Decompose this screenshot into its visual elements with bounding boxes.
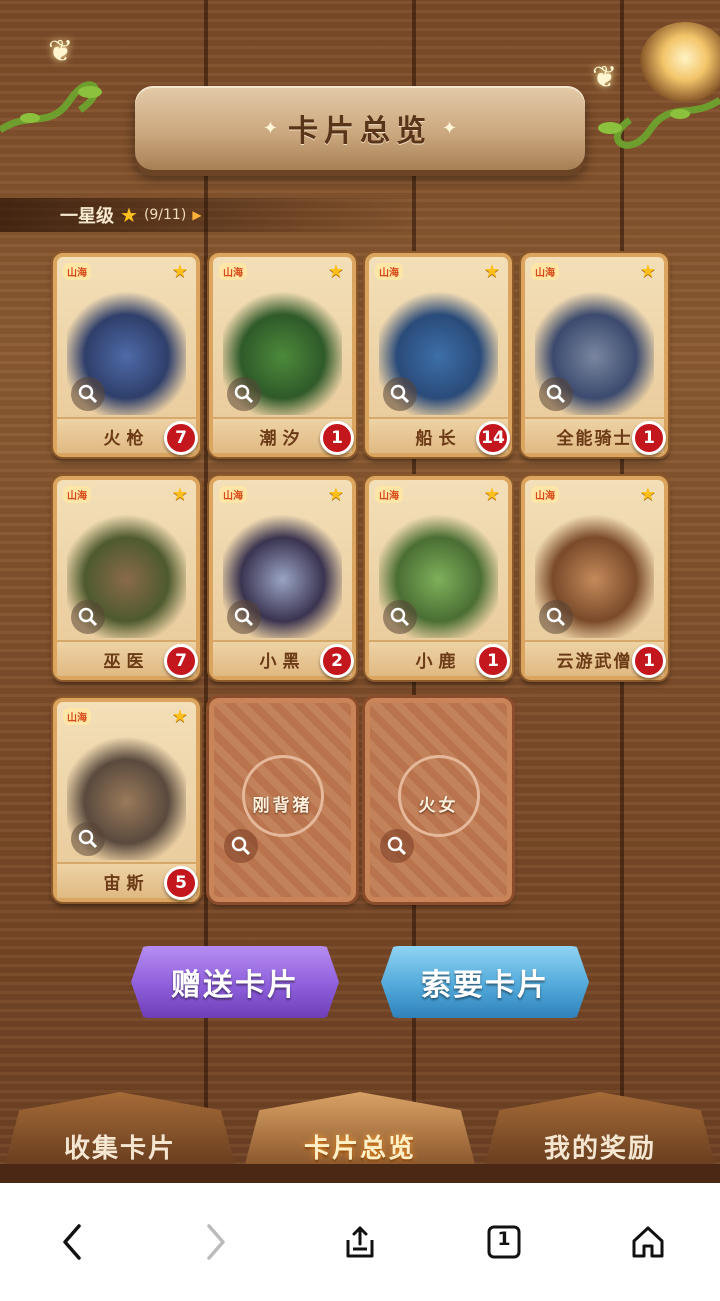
magnifier-icon[interactable] [71, 377, 105, 411]
star-icon: ★ [171, 261, 188, 282]
tab-count: 1 [497, 1228, 511, 1250]
card-name: 刚背猪 [252, 796, 313, 816]
star-icon: ★ [639, 261, 656, 282]
magnifier-icon[interactable] [71, 600, 105, 634]
chevron-right-icon [207, 1224, 225, 1260]
magnifier-icon[interactable] [539, 600, 573, 634]
sparkle-icon: ✦ [442, 117, 458, 139]
butterfly-icon: ❦ [592, 60, 618, 95]
card-name: 火女 [418, 796, 459, 816]
card-name: 宙斯 [103, 873, 150, 894]
title-banner: ✦ 卡片总览 ✦ [135, 86, 585, 170]
card-count-badge: 7 [164, 644, 198, 678]
card-name: 云游武僧 [556, 651, 633, 672]
back-button[interactable] [42, 1212, 102, 1272]
card-name: 全能骑士 [556, 428, 633, 449]
home-icon [632, 1226, 664, 1258]
tab-frame [0, 1164, 720, 1183]
tabs-button[interactable]: 1 [474, 1212, 534, 1272]
game-logo: 山海 [219, 486, 247, 503]
card-name: 潮汐 [259, 428, 306, 449]
gift-card-button[interactable]: 赠送卡片 [131, 946, 339, 1018]
wood-background: ❦ ❦ ✦ 卡片总览 ✦ 一星级 ★ (9/11) ▶ 山海 ★ 火枪 7 山海… [0, 0, 720, 1183]
magnifier-icon[interactable] [227, 600, 261, 634]
game-logo: 山海 [219, 263, 247, 280]
triangle-right-icon: ▶ [192, 208, 202, 222]
game-logo: 山海 [63, 708, 91, 725]
game-logo: 山海 [375, 263, 403, 280]
game-logo: 山海 [531, 263, 559, 280]
forward-button[interactable] [186, 1212, 246, 1272]
card-name: 小黑 [259, 651, 306, 672]
magnifier-icon[interactable] [380, 829, 414, 863]
card-count-badge: 14 [476, 421, 510, 455]
vine-left-decoration [0, 81, 102, 133]
star-icon: ★ [120, 203, 138, 227]
page-title: 卡片总览 [288, 114, 432, 149]
magnifier-icon[interactable] [383, 377, 417, 411]
card-count-badge: 5 [164, 866, 198, 900]
tier-count: (9/11) [143, 207, 187, 223]
home-button[interactable] [618, 1212, 678, 1272]
share-button[interactable] [330, 1212, 390, 1272]
butterfly-icon: ❦ [48, 34, 74, 69]
game-logo: 山海 [375, 486, 403, 503]
card-name: 小鹿 [415, 651, 462, 672]
magnifier-icon[interactable] [224, 829, 258, 863]
magnifier-icon[interactable] [227, 377, 261, 411]
sparkle-icon: ✦ [262, 117, 278, 139]
card-name: 火枪 [103, 428, 150, 449]
magnifier-icon[interactable] [539, 377, 573, 411]
tier-label: 一星级 [60, 206, 114, 227]
chevron-left-icon [63, 1224, 81, 1260]
card-count-badge: 1 [320, 421, 354, 455]
magnifier-icon[interactable] [383, 600, 417, 634]
card-count-badge: 2 [320, 644, 354, 678]
game-logo: 山海 [531, 486, 559, 503]
star-icon: ★ [171, 706, 188, 727]
card-count-badge: 1 [476, 644, 510, 678]
card-count-badge: 1 [632, 421, 666, 455]
star-icon: ★ [171, 484, 188, 505]
lamp-decoration [640, 22, 720, 102]
card-name: 巫医 [103, 651, 150, 672]
magnifier-icon[interactable] [71, 822, 105, 856]
game-logo: 山海 [63, 263, 91, 280]
star-icon: ★ [327, 261, 344, 282]
request-card-button[interactable]: 索要卡片 [381, 946, 589, 1018]
card-locked-huonv[interactable]: 火女 [365, 698, 512, 902]
star-tier-header[interactable]: 一星级 ★ (9/11) ▶ [0, 198, 420, 232]
browser-toolbar: 1 [0, 1183, 720, 1301]
card-count-badge: 1 [632, 644, 666, 678]
star-icon: ★ [483, 261, 500, 282]
game-logo: 山海 [63, 486, 91, 503]
star-icon: ★ [483, 484, 500, 505]
star-icon: ★ [327, 484, 344, 505]
card-locked-gangbeizhu[interactable]: 刚背猪 [209, 698, 356, 902]
star-icon: ★ [639, 484, 656, 505]
share-icon [346, 1226, 374, 1258]
card-name: 船长 [415, 428, 462, 449]
card-count-badge: 7 [164, 421, 198, 455]
